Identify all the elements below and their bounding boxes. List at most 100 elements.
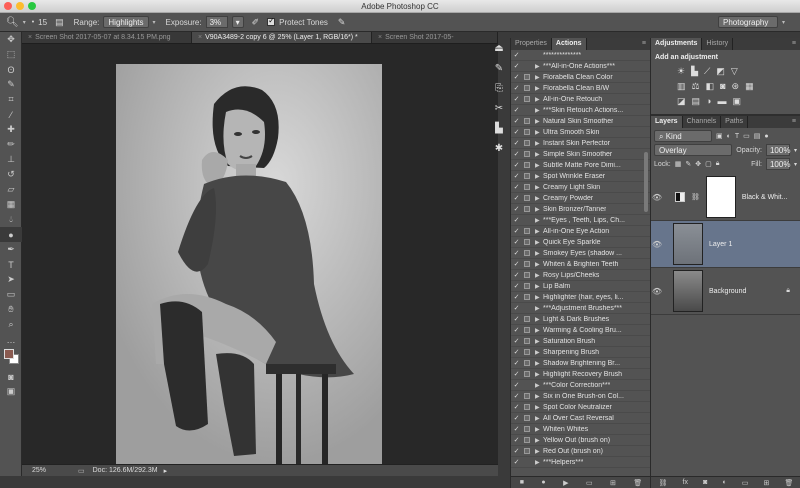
action-enabled-check-icon[interactable]: ✓ [511, 183, 522, 191]
expand-arrow-icon[interactable]: ▶ [535, 360, 543, 367]
action-enabled-check-icon[interactable]: ✓ [511, 249, 522, 257]
delete-icon[interactable]: 🗑︎ [633, 479, 642, 487]
black-white-icon[interactable]: ◧ [706, 81, 715, 92]
document-tab-active[interactable]: × V90A3489-2 copy 6 @ 25% (Layer 1, RGB/1… [192, 32, 372, 43]
panel-menu-icon[interactable]: ≡ [638, 38, 650, 50]
exposure-adjustment-icon[interactable]: ◩ [716, 66, 725, 77]
expand-arrow-icon[interactable]: ▶ [535, 338, 543, 345]
dialog-toggle[interactable] [522, 195, 531, 202]
expand-arrow-icon[interactable]: ▶ [535, 272, 543, 279]
expand-arrow-icon[interactable]: ▶ [535, 151, 543, 158]
visibility-eye-icon[interactable]: 👁︎ [651, 287, 663, 296]
action-row[interactable]: ✓ ▶ Natural Skin Smoother [511, 116, 650, 127]
layer-name[interactable]: Background [709, 288, 746, 295]
filter-type-icon[interactable]: T [735, 133, 739, 140]
action-enabled-check-icon[interactable]: ✓ [511, 194, 522, 202]
marquee-tool-icon[interactable]: ⬚ [0, 47, 22, 62]
more-tools-icon[interactable]: … [0, 332, 22, 347]
expand-arrow-icon[interactable]: ▶ [535, 85, 543, 92]
action-enabled-check-icon[interactable]: ✓ [511, 293, 522, 301]
action-enabled-check-icon[interactable]: ✓ [511, 84, 522, 92]
dialog-toggle[interactable] [522, 129, 531, 136]
document-tab[interactable]: × Screen Shot 2017-05-07 at 8.34.15 PM.pn… [22, 32, 192, 43]
action-row[interactable]: ✓ ▶ Skin Bronzer/Tanner [511, 204, 650, 215]
lock-transparency-icon[interactable]: ▦ [675, 160, 682, 168]
dialog-toggle[interactable] [522, 96, 531, 103]
action-row[interactable]: ✓ ▶ Highlighter (hair, eyes, li... [511, 292, 650, 303]
action-row[interactable]: ✓ ▶ Six in One Brush-on Col... [511, 391, 650, 402]
tool-presets-icon[interactable]: ✂ [488, 98, 510, 118]
expand-arrow-icon[interactable]: ▶ [535, 96, 543, 103]
expand-arrow-icon[interactable]: ▶ [535, 371, 543, 378]
action-enabled-check-icon[interactable]: ✓ [511, 381, 522, 389]
expand-arrow-icon[interactable]: ▶ [535, 173, 543, 180]
expand-arrow-icon[interactable]: ▶ [535, 162, 543, 169]
hue-saturation-icon[interactable]: ▥ [677, 81, 686, 92]
expand-arrow-icon[interactable]: ▶ [535, 404, 543, 411]
expand-arrow-icon[interactable]: ▶ [535, 261, 543, 268]
action-row[interactable]: ✓ ▶ Spot Wrinkle Eraser [511, 171, 650, 182]
channel-mixer-icon[interactable]: ⊛ [732, 81, 740, 92]
lock-position-icon[interactable]: ✥ [695, 160, 701, 168]
add-mask-icon[interactable]: ◙ [703, 479, 707, 486]
expand-arrow-icon[interactable]: ▶ [535, 228, 543, 235]
blend-mode-select[interactable]: Overlay [654, 144, 733, 156]
action-enabled-check-icon[interactable]: ✓ [511, 172, 522, 180]
dialog-toggle[interactable] [522, 338, 531, 345]
stop-icon[interactable]: ■ [520, 479, 524, 486]
action-enabled-check-icon[interactable]: ✓ [511, 337, 522, 345]
dialog-toggle[interactable] [522, 294, 531, 301]
action-enabled-check-icon[interactable]: ✓ [511, 315, 522, 323]
action-row[interactable]: ✓ ▶ Simple Skin Smoother [511, 149, 650, 160]
dialog-toggle[interactable] [522, 316, 531, 323]
layer-mask-thumbnail[interactable] [705, 176, 736, 218]
action-row[interactable]: ✓ ▶ ***Helpers*** [511, 457, 650, 468]
invert-icon[interactable]: ◪ [677, 96, 686, 107]
action-enabled-check-icon[interactable]: ✓ [511, 425, 522, 433]
filter-adjustment-icon[interactable]: ◐ [727, 133, 731, 140]
brush-presets-icon[interactable]: ✎ [488, 58, 510, 78]
action-row[interactable]: ✓ ▶ Whiten & Brighten Teeth [511, 259, 650, 270]
selective-color-icon[interactable]: ▣ [732, 96, 741, 107]
tab-paths[interactable]: Paths [721, 116, 749, 128]
action-row[interactable]: ✓ ▶ All-in-One Retouch [511, 94, 650, 105]
posterize-icon[interactable]: ▤ [692, 96, 701, 107]
dialog-toggle[interactable] [522, 173, 531, 180]
tab-channels[interactable]: Channels [683, 116, 722, 128]
action-enabled-check-icon[interactable]: ✓ [511, 139, 522, 147]
play-icon[interactable]: ▶ [563, 479, 568, 487]
exposure-input[interactable]: 3% [205, 16, 228, 28]
action-enabled-check-icon[interactable]: ✓ [511, 205, 522, 213]
action-enabled-check-icon[interactable]: ✓ [511, 359, 522, 367]
action-enabled-check-icon[interactable]: ✓ [511, 62, 522, 70]
filter-toggle-icon[interactable]: ● [764, 133, 768, 140]
type-tool-icon[interactable]: T [0, 257, 22, 272]
action-row[interactable]: ✓ ▶ ***All-in-One Actions*** [511, 61, 650, 72]
action-row[interactable]: ✓ ▶ Creamy Light Skin [511, 182, 650, 193]
action-enabled-check-icon[interactable]: ✓ [511, 51, 522, 59]
action-row[interactable]: ✓ ▶ Spot Color Neutralizer [511, 402, 650, 413]
dialog-toggle[interactable] [522, 63, 531, 70]
layer-filter-select[interactable]: ⌕ Kind [654, 130, 712, 142]
dialog-toggle[interactable] [522, 283, 531, 290]
history-panel-icon[interactable]: ⏏ [488, 38, 510, 58]
action-row[interactable]: ✓ ▶ Highlight Recovery Brush [511, 369, 650, 380]
action-row[interactable]: ✓ ▶ Light & Dark Brushes [511, 314, 650, 325]
expand-arrow-icon[interactable]: ▶ [535, 426, 543, 433]
action-enabled-check-icon[interactable]: ✓ [511, 161, 522, 169]
filter-pixel-icon[interactable]: ▣ [716, 132, 723, 140]
dialog-toggle[interactable] [522, 118, 531, 125]
dialog-toggle[interactable] [522, 327, 531, 334]
action-row[interactable]: ✓ ▶ All Over Cast Reversal [511, 413, 650, 424]
dialog-toggle[interactable] [522, 404, 531, 411]
dialog-toggle[interactable] [522, 140, 531, 147]
action-enabled-check-icon[interactable]: ✓ [511, 238, 522, 246]
expand-arrow-icon[interactable]: ▶ [535, 140, 543, 147]
lock-pixels-icon[interactable]: ✎ [685, 160, 691, 168]
clone-source-icon[interactable]: ⎘ [488, 78, 510, 98]
expand-arrow-icon[interactable]: ▶ [535, 448, 543, 455]
panel-menu-icon[interactable]: ≡ [788, 116, 800, 128]
brightness-contrast-icon[interactable]: ☀ [677, 66, 685, 77]
new-action-icon[interactable]: ⊞ [610, 479, 616, 487]
exposure-slider-toggle[interactable]: ▾ [231, 16, 244, 28]
